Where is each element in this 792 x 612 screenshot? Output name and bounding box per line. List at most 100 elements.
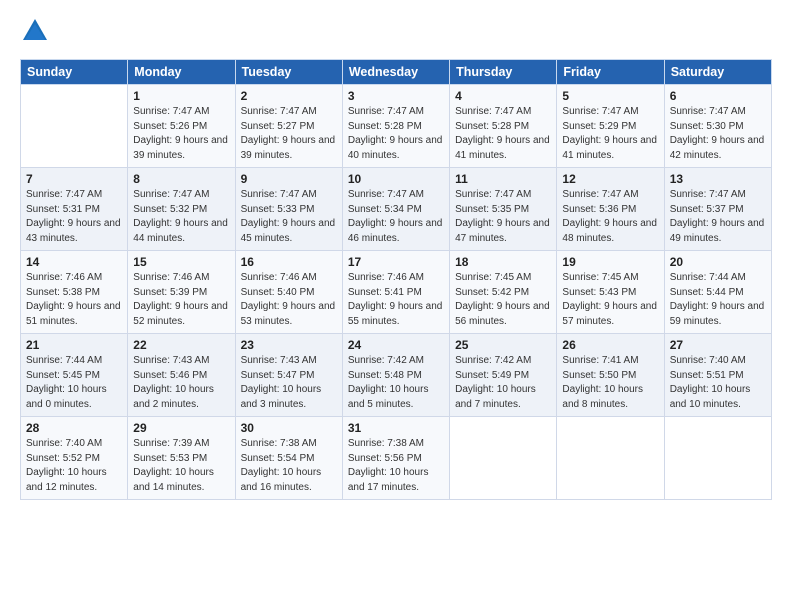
day-number: 12	[562, 172, 658, 186]
day-cell: 28 Sunrise: 7:40 AMSunset: 5:52 PMDayligh…	[21, 417, 128, 500]
day-info: Sunrise: 7:43 AMSunset: 5:46 PMDaylight:…	[133, 354, 229, 412]
day-number: 9	[241, 172, 337, 186]
day-info: Sunrise: 7:47 AMSunset: 5:36 PMDaylight:…	[562, 188, 658, 246]
day-info: Sunrise: 7:47 AMSunset: 5:28 PMDaylight:…	[348, 105, 444, 163]
week-row-0: 1 Sunrise: 7:47 AMSunset: 5:26 PMDaylight…	[21, 85, 772, 168]
day-number: 31	[348, 421, 444, 435]
day-cell: 3 Sunrise: 7:47 AMSunset: 5:28 PMDaylight…	[342, 85, 449, 168]
calendar-table: SundayMondayTuesdayWednesdayThursdayFrid…	[20, 59, 772, 500]
logo-icon	[20, 16, 50, 51]
day-number: 3	[348, 89, 444, 103]
week-row-4: 28 Sunrise: 7:40 AMSunset: 5:52 PMDayligh…	[21, 417, 772, 500]
day-cell: 20 Sunrise: 7:44 AMSunset: 5:44 PMDayligh…	[664, 251, 771, 334]
week-row-1: 7 Sunrise: 7:47 AMSunset: 5:31 PMDaylight…	[21, 168, 772, 251]
day-info: Sunrise: 7:47 AMSunset: 5:35 PMDaylight:…	[455, 188, 551, 246]
day-number: 7	[26, 172, 122, 186]
day-number: 28	[26, 421, 122, 435]
day-cell: 14 Sunrise: 7:46 AMSunset: 5:38 PMDayligh…	[21, 251, 128, 334]
day-info: Sunrise: 7:44 AMSunset: 5:44 PMDaylight:…	[670, 271, 766, 329]
day-info: Sunrise: 7:46 AMSunset: 5:38 PMDaylight:…	[26, 271, 122, 329]
day-number: 23	[241, 338, 337, 352]
day-info: Sunrise: 7:47 AMSunset: 5:31 PMDaylight:…	[26, 188, 122, 246]
day-number: 26	[562, 338, 658, 352]
day-info: Sunrise: 7:47 AMSunset: 5:33 PMDaylight:…	[241, 188, 337, 246]
day-cell: 10 Sunrise: 7:47 AMSunset: 5:34 PMDayligh…	[342, 168, 449, 251]
day-cell: 26 Sunrise: 7:41 AMSunset: 5:50 PMDayligh…	[557, 334, 664, 417]
day-info: Sunrise: 7:46 AMSunset: 5:40 PMDaylight:…	[241, 271, 337, 329]
day-cell: 25Sunrise: 7:42 AMSunset: 5:49 PMDayligh…	[450, 334, 557, 417]
day-cell: 7 Sunrise: 7:47 AMSunset: 5:31 PMDaylight…	[21, 168, 128, 251]
day-number: 18	[455, 255, 551, 269]
page: SundayMondayTuesdayWednesdayThursdayFrid…	[0, 0, 792, 612]
day-number: 8	[133, 172, 229, 186]
day-number: 1	[133, 89, 229, 103]
day-cell: 29Sunrise: 7:39 AMSunset: 5:53 PMDayligh…	[128, 417, 235, 500]
day-number: 24	[348, 338, 444, 352]
day-cell: 2Sunrise: 7:47 AMSunset: 5:27 PMDaylight…	[235, 85, 342, 168]
day-number: 6	[670, 89, 766, 103]
day-info: Sunrise: 7:42 AMSunset: 5:48 PMDaylight:…	[348, 354, 444, 412]
day-cell	[450, 417, 557, 500]
day-info: Sunrise: 7:46 AMSunset: 5:41 PMDaylight:…	[348, 271, 444, 329]
day-info: Sunrise: 7:47 AMSunset: 5:32 PMDaylight:…	[133, 188, 229, 246]
day-number: 16	[241, 255, 337, 269]
day-number: 4	[455, 89, 551, 103]
day-info: Sunrise: 7:47 AMSunset: 5:28 PMDaylight:…	[455, 105, 551, 163]
day-info: Sunrise: 7:40 AMSunset: 5:52 PMDaylight:…	[26, 437, 122, 495]
header-wednesday: Wednesday	[342, 60, 449, 85]
day-cell: 11 Sunrise: 7:47 AMSunset: 5:35 PMDayligh…	[450, 168, 557, 251]
day-cell	[21, 85, 128, 168]
day-cell: 4 Sunrise: 7:47 AMSunset: 5:28 PMDaylight…	[450, 85, 557, 168]
day-number: 13	[670, 172, 766, 186]
week-row-3: 21Sunrise: 7:44 AMSunset: 5:45 PMDayligh…	[21, 334, 772, 417]
day-info: Sunrise: 7:42 AMSunset: 5:49 PMDaylight:…	[455, 354, 551, 412]
day-number: 22	[133, 338, 229, 352]
header-friday: Friday	[557, 60, 664, 85]
day-number: 5	[562, 89, 658, 103]
day-number: 21	[26, 338, 122, 352]
day-info: Sunrise: 7:40 AMSunset: 5:51 PMDaylight:…	[670, 354, 766, 412]
day-cell: 5Sunrise: 7:47 AMSunset: 5:29 PMDaylight…	[557, 85, 664, 168]
day-cell: 24 Sunrise: 7:42 AMSunset: 5:48 PMDayligh…	[342, 334, 449, 417]
day-info: Sunrise: 7:41 AMSunset: 5:50 PMDaylight:…	[562, 354, 658, 412]
day-info: Sunrise: 7:38 AMSunset: 5:54 PMDaylight:…	[241, 437, 337, 495]
header-thursday: Thursday	[450, 60, 557, 85]
header-monday: Monday	[128, 60, 235, 85]
day-info: Sunrise: 7:47 AMSunset: 5:37 PMDaylight:…	[670, 188, 766, 246]
header-saturday: Saturday	[664, 60, 771, 85]
day-number: 19	[562, 255, 658, 269]
day-cell: 15Sunrise: 7:46 AMSunset: 5:39 PMDayligh…	[128, 251, 235, 334]
day-cell: 1 Sunrise: 7:47 AMSunset: 5:26 PMDaylight…	[128, 85, 235, 168]
day-cell: 8 Sunrise: 7:47 AMSunset: 5:32 PMDaylight…	[128, 168, 235, 251]
day-cell: 31 Sunrise: 7:38 AMSunset: 5:56 PMDayligh…	[342, 417, 449, 500]
day-info: Sunrise: 7:47 AMSunset: 5:26 PMDaylight:…	[133, 105, 229, 163]
day-number: 2	[241, 89, 337, 103]
day-cell	[664, 417, 771, 500]
day-cell: 12 Sunrise: 7:47 AMSunset: 5:36 PMDayligh…	[557, 168, 664, 251]
day-cell: 16 Sunrise: 7:46 AMSunset: 5:40 PMDayligh…	[235, 251, 342, 334]
day-cell: 22 Sunrise: 7:43 AMSunset: 5:46 PMDayligh…	[128, 334, 235, 417]
day-info: Sunrise: 7:45 AMSunset: 5:42 PMDaylight:…	[455, 271, 551, 329]
day-number: 14	[26, 255, 122, 269]
day-cell: 30Sunrise: 7:38 AMSunset: 5:54 PMDayligh…	[235, 417, 342, 500]
day-info: Sunrise: 7:38 AMSunset: 5:56 PMDaylight:…	[348, 437, 444, 495]
day-number: 27	[670, 338, 766, 352]
day-cell: 19Sunrise: 7:45 AMSunset: 5:43 PMDayligh…	[557, 251, 664, 334]
day-info: Sunrise: 7:47 AMSunset: 5:34 PMDaylight:…	[348, 188, 444, 246]
day-cell: 9 Sunrise: 7:47 AMSunset: 5:33 PMDaylight…	[235, 168, 342, 251]
logo	[20, 16, 54, 51]
day-number: 20	[670, 255, 766, 269]
header-row: SundayMondayTuesdayWednesdayThursdayFrid…	[21, 60, 772, 85]
day-cell: 6Sunrise: 7:47 AMSunset: 5:30 PMDaylight…	[664, 85, 771, 168]
day-number: 17	[348, 255, 444, 269]
day-info: Sunrise: 7:43 AMSunset: 5:47 PMDaylight:…	[241, 354, 337, 412]
day-number: 10	[348, 172, 444, 186]
day-cell: 13 Sunrise: 7:47 AMSunset: 5:37 PMDayligh…	[664, 168, 771, 251]
header	[20, 16, 772, 51]
day-number: 11	[455, 172, 551, 186]
day-cell: 17 Sunrise: 7:46 AMSunset: 5:41 PMDayligh…	[342, 251, 449, 334]
day-number: 29	[133, 421, 229, 435]
day-info: Sunrise: 7:46 AMSunset: 5:39 PMDaylight:…	[133, 271, 229, 329]
week-row-2: 14 Sunrise: 7:46 AMSunset: 5:38 PMDayligh…	[21, 251, 772, 334]
day-cell	[557, 417, 664, 500]
